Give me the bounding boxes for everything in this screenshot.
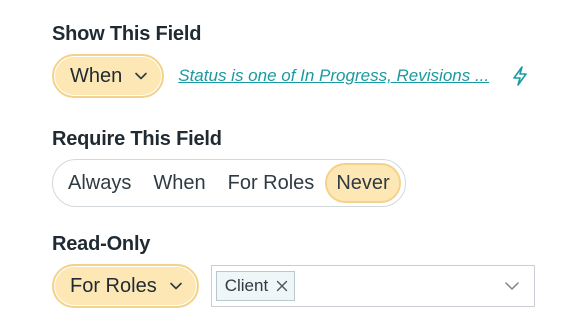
read-only-section: Read-Only For Roles Client bbox=[52, 232, 587, 308]
lightning-bolt-icon[interactable] bbox=[509, 65, 531, 87]
require-field-heading: Require This Field bbox=[52, 128, 222, 150]
require-field-row: Always When For Roles Never bbox=[52, 159, 587, 207]
require-field-segmented-control: Always When For Roles Never bbox=[52, 159, 406, 207]
show-field-condition-link[interactable]: Status is one of In Progress, Revisions … bbox=[178, 66, 489, 86]
read-only-for-roles-dropdown[interactable]: For Roles bbox=[52, 264, 199, 308]
require-option-for-roles[interactable]: For Roles bbox=[217, 163, 326, 203]
read-only-heading: Read-Only bbox=[52, 233, 151, 255]
read-only-row: For Roles Client bbox=[52, 264, 587, 308]
show-field-heading: Show This Field bbox=[52, 23, 202, 45]
require-field-section: Require This Field Always When For Roles… bbox=[52, 127, 587, 207]
close-icon[interactable] bbox=[276, 280, 288, 292]
require-option-never[interactable]: Never bbox=[325, 163, 401, 203]
role-tag-client: Client bbox=[215, 271, 296, 301]
show-field-row: When Status is one of In Progress, Revis… bbox=[52, 54, 587, 98]
require-option-always[interactable]: Always bbox=[57, 163, 142, 203]
show-field-selected-label: When bbox=[70, 64, 123, 87]
show-field-section: Show This Field When Status is one of In… bbox=[52, 22, 587, 98]
show-field-when-dropdown[interactable]: When bbox=[52, 54, 165, 98]
roles-multiselect[interactable]: Client bbox=[210, 265, 535, 307]
require-option-when[interactable]: When bbox=[142, 163, 216, 203]
role-tag-label: Client bbox=[224, 276, 269, 295]
chevron-down-icon[interactable] bbox=[504, 278, 520, 294]
chevron-down-icon bbox=[169, 282, 182, 290]
chevron-down-icon bbox=[135, 72, 148, 80]
read-only-selected-label: For Roles bbox=[70, 274, 157, 297]
